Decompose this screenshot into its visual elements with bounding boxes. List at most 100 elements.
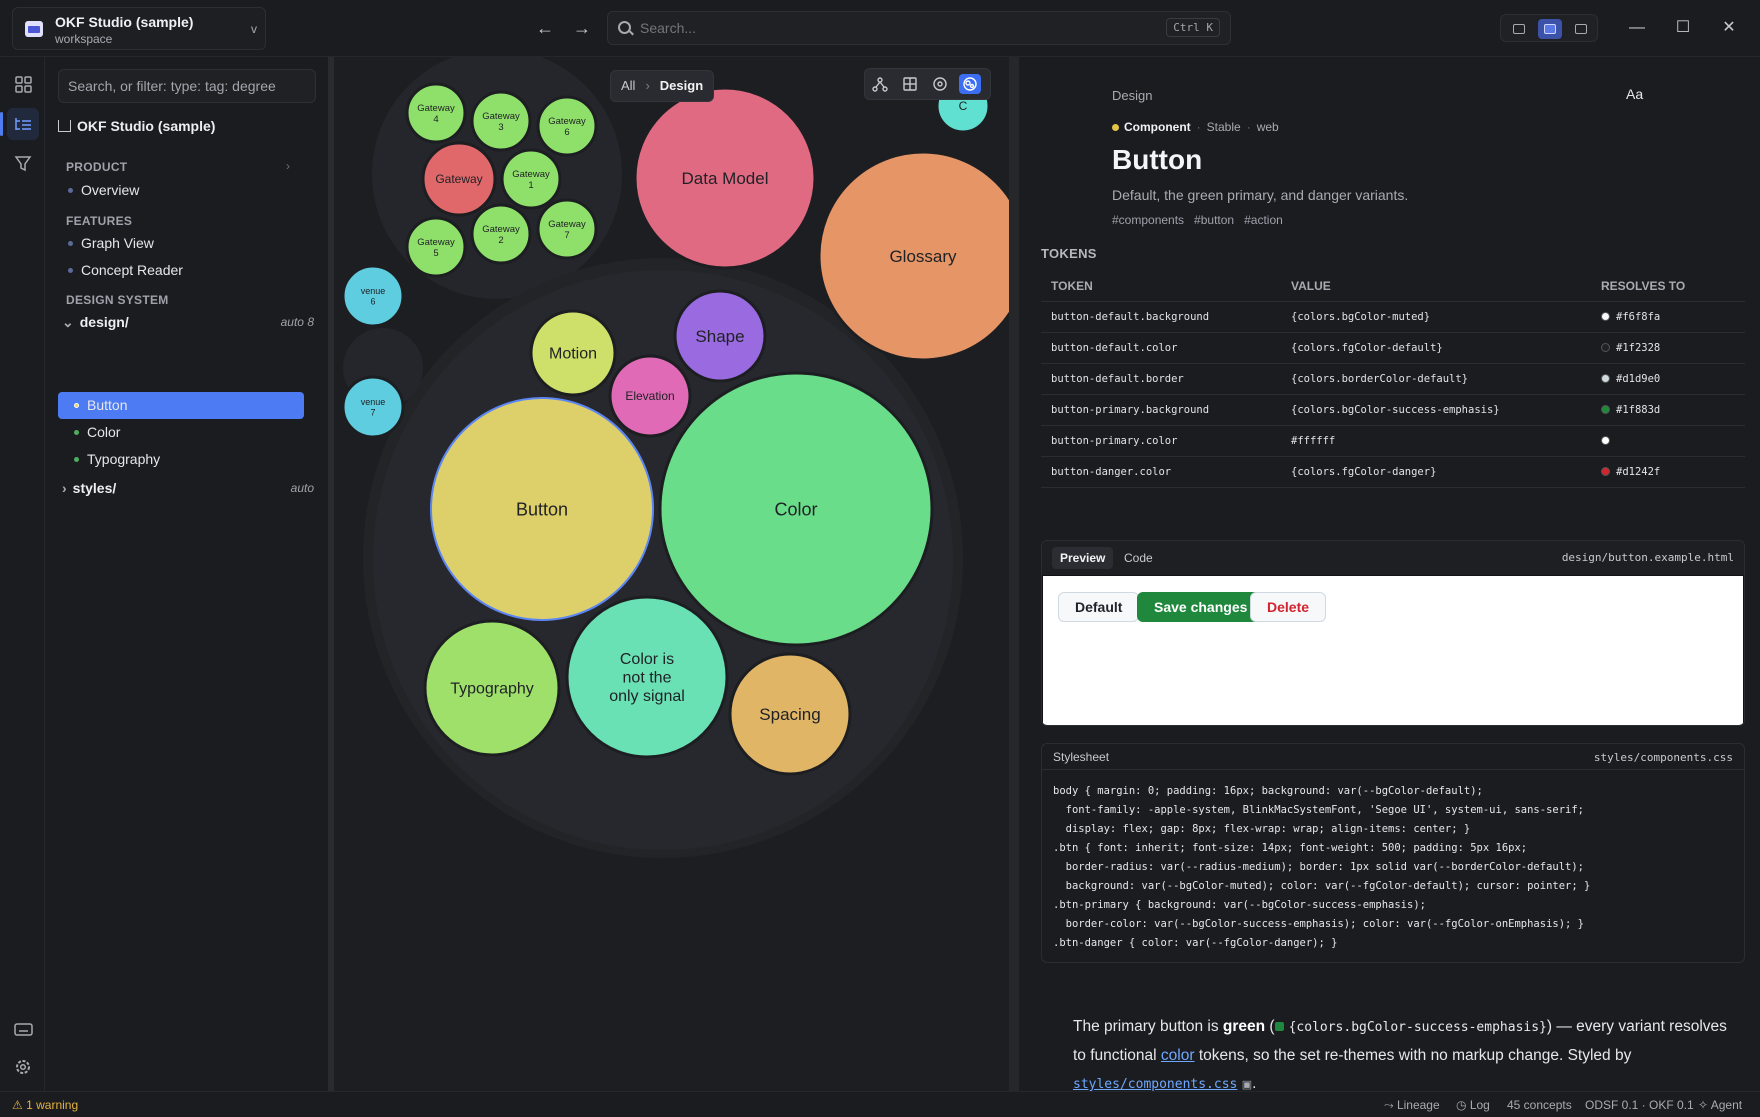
token-name: button-default.color	[1041, 332, 1281, 364]
color-link[interactable]: color	[1161, 1047, 1195, 1064]
rail-grid-button[interactable]	[7, 68, 39, 100]
bubble-node[interactable]: venue7	[341, 375, 405, 439]
bubble-node[interactable]: Spacing	[728, 652, 852, 776]
tab-preview[interactable]: Preview	[1052, 547, 1114, 569]
bubble-node[interactable]: Glossary	[817, 150, 1009, 362]
split-layout-button[interactable]	[1538, 19, 1562, 39]
breadcrumb-all[interactable]: All	[621, 78, 635, 93]
right-panel-layout-button[interactable]	[1569, 19, 1593, 39]
status-bar: ⚠ 1 warning ⤳ Lineage ◷ Log 45 concepts …	[0, 1091, 1760, 1117]
example-file-path[interactable]: design/button.example.html	[1562, 551, 1734, 564]
rail-filter-button[interactable]	[7, 147, 39, 179]
stylesheet-link[interactable]: styles/components.css	[1073, 1077, 1237, 1091]
bubble-label: 6	[564, 127, 569, 138]
token-value: {colors.fgColor-default}	[1281, 332, 1591, 364]
bubble-node[interactable]: Gateway5	[405, 216, 467, 278]
canvas-breadcrumb: All › Design	[610, 70, 715, 102]
bubble-node[interactable]: Elevation	[608, 354, 692, 438]
font-toggle-button[interactable]: Aa	[1626, 86, 1643, 102]
bubble-label: Gateway	[435, 172, 482, 186]
workspace-switcher[interactable]: OKF Studio (sample) workspace v	[12, 7, 266, 50]
tag-link[interactable]: #action	[1244, 213, 1283, 227]
workspace-name: OKF Studio (sample)	[55, 14, 194, 30]
bubble-label: venue	[361, 397, 386, 407]
close-button[interactable]: ✕	[1718, 17, 1740, 39]
token-resolved: #1f2328	[1591, 332, 1745, 364]
tree-root[interactable]: OKF Studio (sample)	[58, 118, 215, 142]
tree-item-graph-view[interactable]: Graph View	[68, 231, 154, 255]
radial-tool-button[interactable]	[929, 74, 951, 94]
bubble-node[interactable]: Motion	[529, 309, 617, 397]
tag-link[interactable]: #components	[1112, 213, 1184, 227]
minimize-button[interactable]: —	[1626, 17, 1648, 39]
bubble-label: Gateway	[512, 169, 550, 180]
color-swatch-icon	[1601, 466, 1610, 476]
bubble-node[interactable]: Gateway7	[536, 198, 598, 260]
pack-tool-button[interactable]	[959, 74, 981, 94]
stylesheet-file-path[interactable]: styles/components.css	[1594, 751, 1733, 764]
bubble-node[interactable]: venue6	[341, 264, 405, 328]
folder-styles[interactable]: › styles/auto	[62, 476, 314, 500]
folder-design[interactable]: ⌄ design/auto 8	[62, 310, 314, 334]
save-changes-button[interactable]: Save changes	[1137, 592, 1265, 622]
rail-tree-button[interactable]	[0, 108, 39, 140]
bubble-node[interactable]: Color	[658, 371, 934, 647]
bubble-graph-canvas[interactable]: Gateway 4 Gateway 3 Gateway 6 Gateway Gateway 1 G…	[334, 57, 1009, 1091]
token-row[interactable]: button-primary.background {colors.bgColor…	[1041, 394, 1745, 426]
tab-code[interactable]: Code	[1116, 547, 1161, 569]
stylesheet-panel: Stylesheet styles/components.css body { …	[1041, 743, 1745, 963]
bubble-node[interactable]: Button	[430, 397, 654, 621]
warning-indicator[interactable]: ⚠ 1 warning	[12, 1098, 78, 1112]
token-row[interactable]: button-primary.color #ffffff	[1041, 425, 1745, 457]
panel-resize-handle[interactable]	[1009, 57, 1019, 1091]
delete-button[interactable]: Delete	[1250, 592, 1327, 622]
bubble-label: Shape	[695, 327, 744, 346]
bubble-node[interactable]: Color is not theonly signal	[565, 595, 729, 759]
tree-item-color[interactable]: Color	[74, 420, 120, 444]
bubble-node[interactable]: Typography	[423, 619, 561, 757]
default-button[interactable]: Default	[1058, 592, 1140, 622]
forward-button[interactable]: →	[570, 16, 594, 40]
bubble-node[interactable]: Gateway6	[536, 95, 598, 157]
back-button[interactable]: ←	[533, 16, 557, 40]
bubble-label: Button	[516, 499, 568, 519]
bubble-node[interactable]: Data Model	[633, 86, 817, 270]
global-search[interactable]: Ctrl K	[607, 11, 1231, 45]
search-input[interactable]	[640, 20, 1140, 36]
bubble-label: Motion	[549, 346, 597, 363]
token-chip[interactable]: {colors.bgColor-success-emphasis}	[1274, 1020, 1547, 1035]
tag-link[interactable]: #button	[1194, 213, 1234, 227]
token-row[interactable]: button-default.border {colors.borderColor…	[1041, 363, 1745, 395]
log-button[interactable]: ◷ Log	[1456, 1098, 1490, 1112]
bubble-node[interactable]: Gateway2	[470, 203, 532, 265]
warning-icon: ⚠	[12, 1098, 27, 1112]
bubble-node[interactable]: Gateway	[421, 141, 497, 217]
hierarchy-tool-button[interactable]	[869, 74, 891, 94]
bubble-node[interactable]: Gateway1	[500, 148, 562, 210]
rail-settings-button[interactable]	[7, 1051, 39, 1083]
sidebar-filter-input[interactable]: Search, or filter: type: tag: degree	[58, 69, 316, 103]
tree-item-button[interactable]: Button	[74, 393, 127, 417]
rail-keyboard-button[interactable]	[7, 1013, 39, 1045]
token-row[interactable]: button-default.color {colors.fgColor-defa…	[1041, 332, 1745, 364]
concept-detail-panel: Design Aa Component · Stable · web Button De…	[1019, 57, 1760, 1091]
tree-item-label: Button	[87, 397, 128, 413]
tree-item-typography[interactable]: Typography	[74, 447, 160, 471]
color-swatch-icon	[1601, 404, 1610, 414]
breadcrumb-current[interactable]: Design	[660, 78, 703, 93]
bubble-node[interactable]: Gateway3	[470, 90, 532, 152]
search-icon	[618, 21, 631, 34]
token-row[interactable]: button-default.background {colors.bgColor…	[1041, 301, 1745, 333]
token-row[interactable]: button-danger.color {colors.fgColor-dange…	[1041, 456, 1745, 488]
grid-tool-button[interactable]	[899, 74, 921, 94]
tree-item-concept-reader[interactable]: Concept Reader	[68, 258, 183, 282]
maximize-button[interactable]: ☐	[1672, 17, 1694, 39]
bubble-node[interactable]: Gateway4	[405, 82, 467, 144]
tree-item-overview[interactable]: Overview	[68, 178, 139, 202]
dot-icon	[74, 457, 79, 462]
bubble-node[interactable]: Shape	[673, 289, 767, 383]
left-panel-layout-button[interactable]	[1507, 19, 1531, 39]
lineage-button[interactable]: ⤳ Lineage	[1384, 1098, 1440, 1113]
agent-button[interactable]: ✧ Agent	[1698, 1098, 1742, 1112]
bubble-label: Gateway	[417, 237, 455, 248]
